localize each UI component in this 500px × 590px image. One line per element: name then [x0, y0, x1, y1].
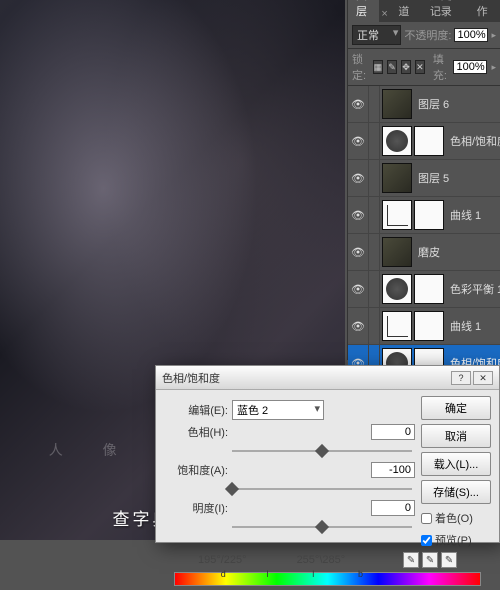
layer-name[interactable]: 曲线 1 [446, 318, 500, 334]
layer-list[interactable]: 👁图层 6 👁色相/饱和度 2 👁图层 5 👁曲线 1 👁磨皮 👁色彩平衡 1 … [348, 86, 500, 381]
lock-label: 锁定: [352, 51, 369, 83]
hue-label: 色相(H): [164, 424, 228, 440]
lightness-label: 明度(I): [164, 500, 228, 516]
adjustment-thumbnail[interactable] [382, 200, 412, 230]
eyedropper-add-icon[interactable]: ✎ [422, 552, 438, 568]
layer-row[interactable]: 👁 图层 6 [348, 86, 500, 123]
save-button[interactable]: 存储(S)... [421, 480, 491, 504]
mask-thumbnail[interactable] [414, 274, 444, 304]
help-icon[interactable]: ? [451, 371, 471, 385]
lock-row: 锁定: ▦ ✎ ✥ ✕ 填充: 100% ▸ [348, 49, 500, 86]
colorize-checkbox[interactable]: 着色(O) [421, 510, 491, 526]
visibility-icon[interactable]: 👁 [348, 320, 368, 333]
eyedropper-icon[interactable]: ✎ [403, 552, 419, 568]
layer-row[interactable]: 👁 曲线 1 [348, 197, 500, 234]
saturation-slider[interactable] [232, 482, 412, 496]
lock-paint-icon[interactable]: ✎ [387, 60, 397, 74]
dialog-titlebar[interactable]: 色相/饱和度 ? ✕ [156, 366, 499, 390]
chevron-right-icon[interactable]: ▸ [491, 30, 496, 41]
layer-thumbnail[interactable] [382, 89, 412, 119]
tab-channels[interactable]: 通道 [390, 0, 421, 22]
tab-history[interactable]: 历史记录 [422, 0, 469, 22]
panel-tabs: 图层 × 通道 历史记录 动作 [348, 0, 500, 22]
lock-move-icon[interactable]: ✥ [401, 60, 411, 74]
layer-name[interactable]: 色相/饱和度 2 [446, 133, 500, 149]
layer-thumbnail[interactable] [382, 163, 412, 193]
range-value-2: 255°\285° [297, 554, 346, 566]
visibility-icon[interactable]: 👁 [348, 135, 368, 148]
cancel-button[interactable]: 取消 [421, 424, 491, 448]
lightness-field[interactable]: 0 [371, 500, 415, 516]
slider-handle[interactable] [315, 444, 329, 458]
adjustment-thumbnail[interactable] [382, 311, 412, 341]
hue-saturation-dialog: 色相/饱和度 ? ✕ 编辑(E): 蓝色 2 色相(H): 0 饱和度(A): … [155, 365, 500, 543]
layer-name[interactable]: 图层 5 [414, 170, 500, 186]
saturation-field[interactable]: -100 [371, 462, 415, 478]
edit-label: 编辑(E): [164, 402, 228, 418]
blend-options: 正常 不透明度: 100% ▸ [348, 22, 500, 49]
opacity-label: 不透明度: [404, 27, 451, 43]
layer-row[interactable]: 👁 色相/饱和度 2 [348, 123, 500, 160]
visibility-icon[interactable]: 👁 [348, 98, 368, 111]
adjustment-thumbnail[interactable] [382, 126, 412, 156]
fill-label: 填充: [433, 51, 450, 83]
layer-thumbnail[interactable] [382, 237, 412, 267]
range-value-1: 195°/225° [198, 554, 247, 566]
layers-panel: 图层 × 通道 历史记录 动作 正常 不透明度: 100% ▸ 锁定: ▦ ✎ … [347, 0, 500, 360]
fill-field[interactable]: 100% [453, 60, 487, 74]
slider-handle[interactable] [225, 482, 239, 496]
visibility-icon[interactable]: 👁 [348, 172, 368, 185]
lock-transparent-icon[interactable]: ▦ [373, 60, 384, 74]
hue-slider[interactable] [232, 444, 412, 458]
load-button[interactable]: 载入(L)... [421, 452, 491, 476]
slider-handle[interactable] [315, 520, 329, 534]
mask-thumbnail[interactable] [414, 311, 444, 341]
lock-all-icon[interactable]: ✕ [415, 60, 425, 74]
eyedropper-subtract-icon[interactable]: ✎ [441, 552, 457, 568]
mask-thumbnail[interactable] [414, 126, 444, 156]
preview-checkbox[interactable]: 预览(P) [421, 532, 491, 548]
tab-layers[interactable]: 图层 [348, 0, 379, 22]
dialog-title: 色相/饱和度 [162, 370, 220, 386]
layer-name[interactable]: 曲线 1 [446, 207, 500, 223]
layer-row[interactable]: 👁 曲线 1 [348, 308, 500, 345]
hue-field[interactable]: 0 [371, 424, 415, 440]
chevron-right-icon[interactable]: ▸ [491, 62, 496, 73]
layer-row[interactable]: 👁 色彩平衡 1 [348, 271, 500, 308]
blend-mode-select[interactable]: 正常 [352, 25, 401, 45]
lightness-slider[interactable] [232, 520, 412, 534]
layer-name[interactable]: 色彩平衡 1 [446, 281, 500, 297]
visibility-icon[interactable]: 👁 [348, 246, 368, 259]
tab-actions[interactable]: 动作 [469, 0, 500, 22]
layer-name[interactable]: 图层 6 [414, 96, 500, 112]
saturation-label: 饱和度(A): [164, 462, 228, 478]
visibility-icon[interactable]: 👁 [348, 209, 368, 222]
layer-row[interactable]: 👁 图层 5 [348, 160, 500, 197]
layer-row[interactable]: 👁 磨皮 [348, 234, 500, 271]
close-icon[interactable]: × [381, 8, 388, 18]
layer-name[interactable]: 磨皮 [414, 244, 500, 260]
ok-button[interactable]: 确定 [421, 396, 491, 420]
adjustment-thumbnail[interactable] [382, 274, 412, 304]
visibility-icon[interactable]: 👁 [348, 283, 368, 296]
hue-spectrum[interactable]: d l l b [174, 572, 481, 586]
mask-thumbnail[interactable] [414, 200, 444, 230]
close-icon[interactable]: ✕ [473, 371, 493, 385]
opacity-field[interactable]: 100% [454, 28, 488, 42]
edit-select[interactable]: 蓝色 2 [232, 400, 324, 420]
